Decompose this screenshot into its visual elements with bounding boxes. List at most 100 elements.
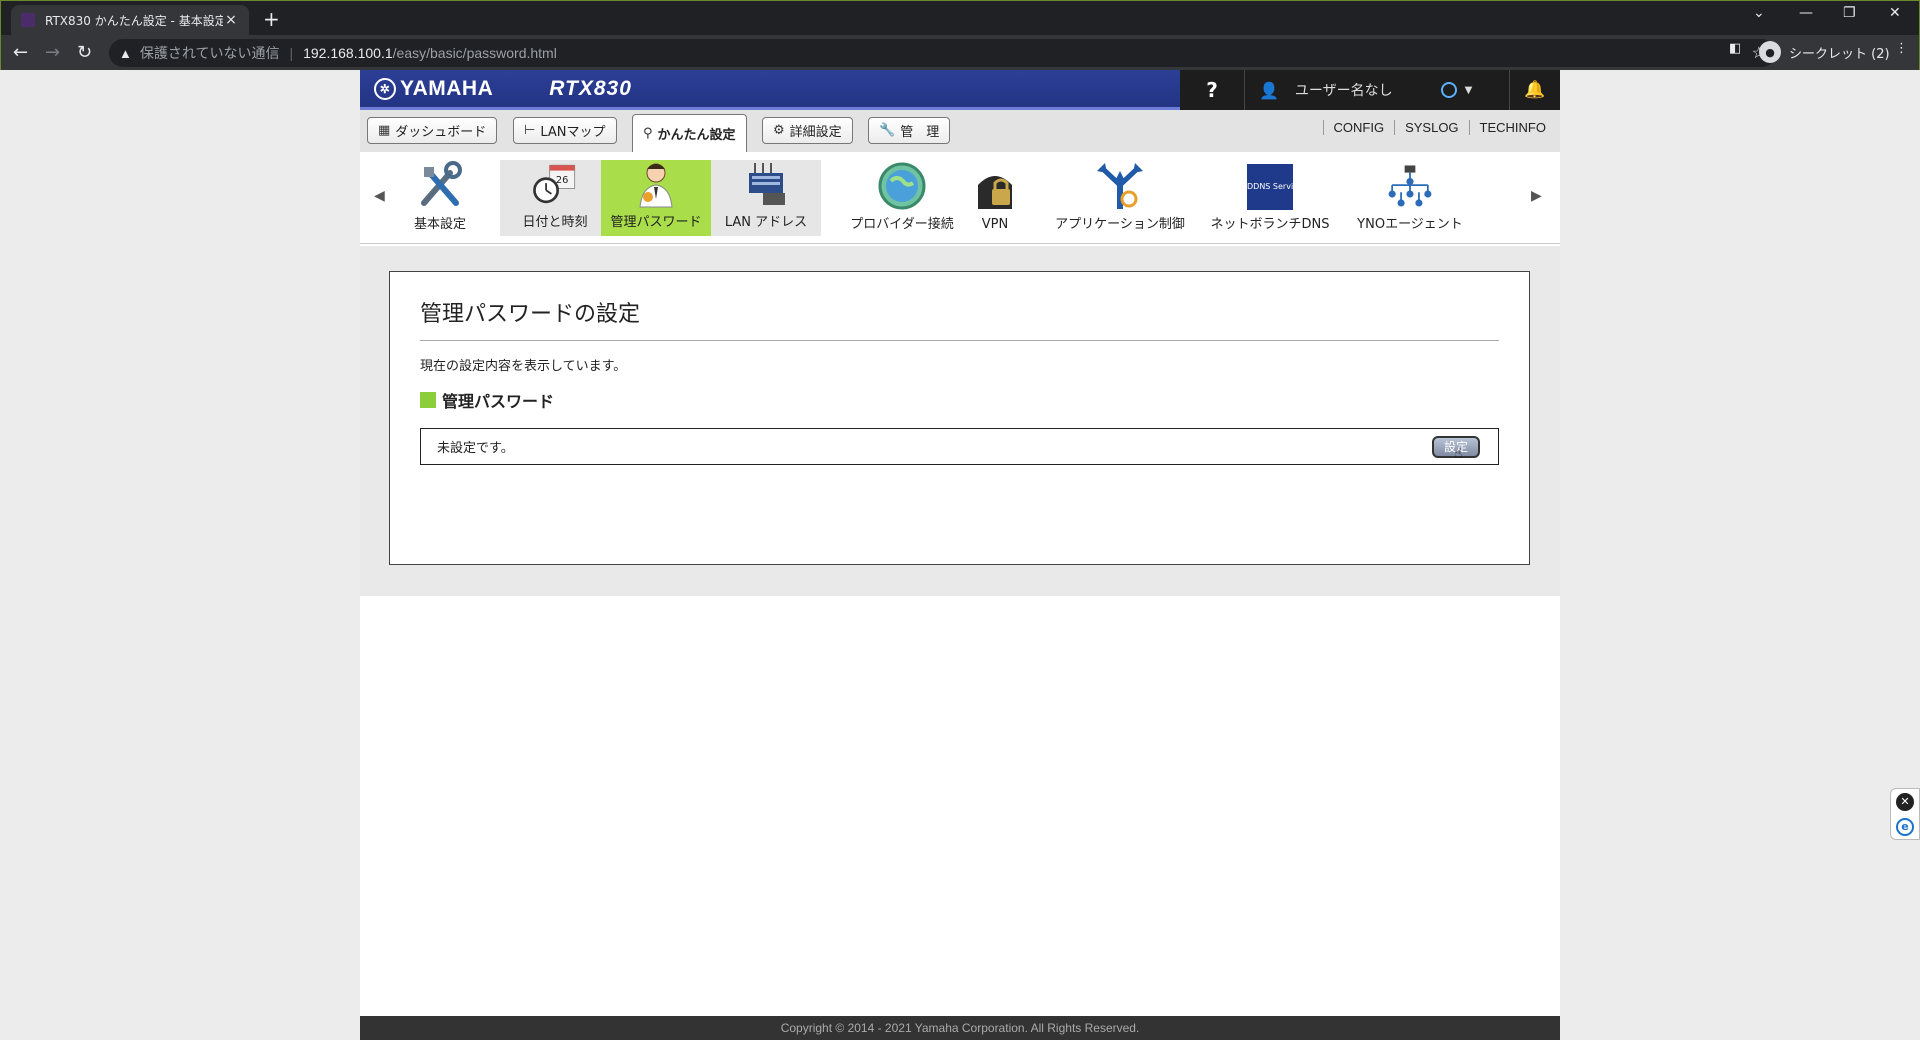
profile-button[interactable]: ● シークレット (2) (1759, 41, 1890, 63)
syslog-link[interactable]: SYSLOG (1394, 120, 1468, 135)
tab-label: かんたん設定 (657, 128, 736, 143)
dashboard-icon: ▦ (378, 123, 391, 138)
menu-label: 基本設定 (413, 217, 466, 232)
ddns-badge: DDNS Service (1247, 163, 1303, 210)
menu-application-control[interactable]: アプリケーション制御 (1050, 162, 1190, 238)
section-title: 管理パスワード (442, 392, 555, 411)
tab-close-icon[interactable]: × (223, 12, 239, 28)
restore-icon[interactable]: ❐ (1843, 5, 1856, 21)
chevron-down-icon[interactable]: ▼ (1465, 85, 1473, 96)
browser-tab[interactable]: RTX830 かんたん設定 - 基本設定 - × (11, 5, 249, 35)
scroll-left-icon[interactable]: ◀ (374, 188, 385, 204)
lan-map-icon: ⊢ (524, 123, 536, 138)
menu-label: 管理パスワード (610, 215, 702, 230)
tab-search-icon[interactable]: ⌄ (1753, 5, 1765, 21)
tab-label: 詳細設定 (789, 125, 842, 140)
menu-label: VPN (981, 217, 1009, 232)
bell-icon[interactable]: 🔔 (1510, 80, 1560, 100)
profile-label: シークレット (2) (1789, 46, 1890, 62)
browser-toolbar: ← → ↻ ▲ 保護されていない通信 | 192.168.100.1 /easy… (1, 35, 1919, 71)
techinfo-link[interactable]: TECHINFO (1468, 120, 1546, 135)
menu-label: 日付と時刻 (522, 215, 588, 230)
tab-management[interactable]: 🔧 管 理 (868, 117, 951, 144)
user-menu[interactable]: 👤 ユーザー名なし ▼ (1245, 70, 1510, 110)
tab-easy-settings[interactable]: ⚲ かんたん設定 (632, 114, 747, 152)
top-links: CONFIG SYSLOG TECHINFO (1322, 120, 1546, 135)
status-ring-icon (1440, 82, 1457, 98)
brand-name: YAMAHA (400, 76, 494, 100)
nav-tabs: ▦ ダッシュボード ⊢ LANマップ ⚲ かんたん設定 ⚙ 詳細設定 🔧 管 理… (360, 110, 1560, 152)
close-circle-icon[interactable]: ✕ (1896, 792, 1914, 811)
menu-label: プロバイダー接続 (850, 217, 954, 232)
menu-basic-settings[interactable]: 基本設定 (405, 161, 475, 238)
tools-icon (415, 161, 465, 211)
router-app: ✲ YAMAHA RTX830 ? 👤 ユーザー名なし ▼ 🔔 ▦ ダッシュボー… (360, 70, 1560, 1040)
gear-icon: ⚙ (773, 123, 785, 138)
side-panel-icon[interactable]: ◧ (1729, 41, 1741, 56)
favicon-icon (21, 13, 35, 27)
vpn-lock-icon (970, 165, 1020, 215)
hand-cursor-icon: ☝ (1454, 445, 1463, 462)
tab-label: ダッシュボード (395, 125, 487, 140)
menu-netvolante-dns[interactable]: DDNS Service ネットボランチDNS (1205, 162, 1335, 238)
calendar-day: 26 (556, 175, 569, 186)
network-icon (1385, 161, 1435, 211)
tab-advanced-settings[interactable]: ⚙ 詳細設定 (762, 117, 853, 144)
globe-icon (877, 161, 927, 211)
tab-title: RTX830 かんたん設定 - 基本設定 - (45, 13, 223, 28)
menu-lan-address[interactable]: LAN アドレス (711, 160, 821, 236)
extension-side-widget: ✕ e (1890, 788, 1920, 840)
menu-label: アプリケーション制御 (1055, 217, 1185, 232)
settings-panel: 管理パスワードの設定 現在の設定内容を表示しています。 管理パスワード 未設定で… (389, 271, 1530, 565)
top-header: ✲ YAMAHA RTX830 ? 👤 ユーザー名なし ▼ 🔔 (360, 70, 1560, 110)
set-button[interactable]: 設定 ☝ (1432, 435, 1480, 462)
model-name: RTX830 (549, 76, 632, 100)
lan-address-icon (741, 159, 791, 209)
config-link[interactable]: CONFIG (1322, 120, 1395, 135)
minimize-icon[interactable]: — (1799, 5, 1813, 21)
menu-label: YNOエージェント (1357, 217, 1463, 232)
back-icon[interactable]: ← (13, 42, 28, 63)
tab-dashboard[interactable]: ▦ ダッシュボード (367, 117, 498, 144)
close-window-icon[interactable]: ✕ (1889, 5, 1901, 21)
menu-label: LAN アドレス (724, 215, 808, 230)
clock-calendar-icon: 26 (530, 159, 580, 209)
page-title: 管理パスワードの設定 (420, 296, 1499, 341)
tab-label: 管 理 (900, 125, 940, 140)
page-viewport: ✲ YAMAHA RTX830 ? 👤 ユーザー名なし ▼ 🔔 ▦ ダッシュボー… (0, 70, 1920, 1040)
scroll-right-icon[interactable]: ▶ (1531, 188, 1542, 204)
tuning-fork-logo-icon: ✲ (374, 77, 396, 100)
address-bar[interactable]: ▲ 保護されていない通信 | 192.168.100.1 /easy/basic… (109, 39, 1776, 67)
menu-vpn[interactable]: VPN (965, 162, 1025, 238)
footer: Copyright © 2014 - 2021 Yamaha Corporati… (360, 1016, 1560, 1040)
password-status-row: 未設定です。 設定 ☝ (420, 428, 1499, 465)
tab-lan-map[interactable]: ⊢ LANマップ (513, 117, 617, 144)
menu-date-time[interactable]: 26 日付と時刻 (500, 160, 610, 236)
forward-icon[interactable]: → (45, 42, 60, 63)
new-tab-button[interactable]: + (263, 7, 280, 31)
menu-admin-password[interactable]: 管理パスワード (601, 160, 711, 236)
tab-label: LANマップ (540, 125, 606, 140)
menu-yno-agent[interactable]: YNOエージェント (1345, 162, 1475, 238)
extension-e-icon[interactable]: e (1896, 817, 1914, 836)
reload-icon[interactable]: ↻ (77, 42, 92, 63)
help-button[interactable]: ? (1180, 70, 1245, 110)
content-area: 管理パスワードの設定 現在の設定内容を表示しています。 管理パスワード 未設定で… (360, 246, 1560, 596)
menu-provider-connection[interactable]: プロバイダー接続 (847, 162, 957, 238)
warning-icon[interactable]: ▲ (119, 46, 132, 61)
app-control-icon (1095, 161, 1145, 211)
security-label[interactable]: 保護されていない通信 (140, 43, 280, 63)
header-tools: ? 👤 ユーザー名なし ▼ 🔔 (1180, 70, 1560, 110)
yamaha-logo[interactable]: ✲ YAMAHA (374, 77, 493, 101)
url-separator: | (289, 45, 294, 61)
settings-icon-menu: ◀ 基本設定 26 日付と時刻 管理パスワード LAN アドレス プロバイダー接… (360, 152, 1560, 244)
browser-menu-icon[interactable]: ⋮ (1895, 41, 1908, 56)
password-status-text: 未設定です。 (437, 441, 514, 456)
page-description: 現在の設定内容を表示しています。 (420, 359, 627, 374)
url-path: /easy/basic/password.html (392, 45, 557, 61)
section-marker-icon (420, 392, 436, 408)
tab-strip: RTX830 かんたん設定 - 基本設定 - × + ⌄ — ❐ ✕ (1, 1, 1919, 35)
url-host: 192.168.100.1 (303, 45, 393, 61)
admin-person-icon (631, 159, 681, 209)
wrench-icon: 🔧 (879, 123, 896, 138)
